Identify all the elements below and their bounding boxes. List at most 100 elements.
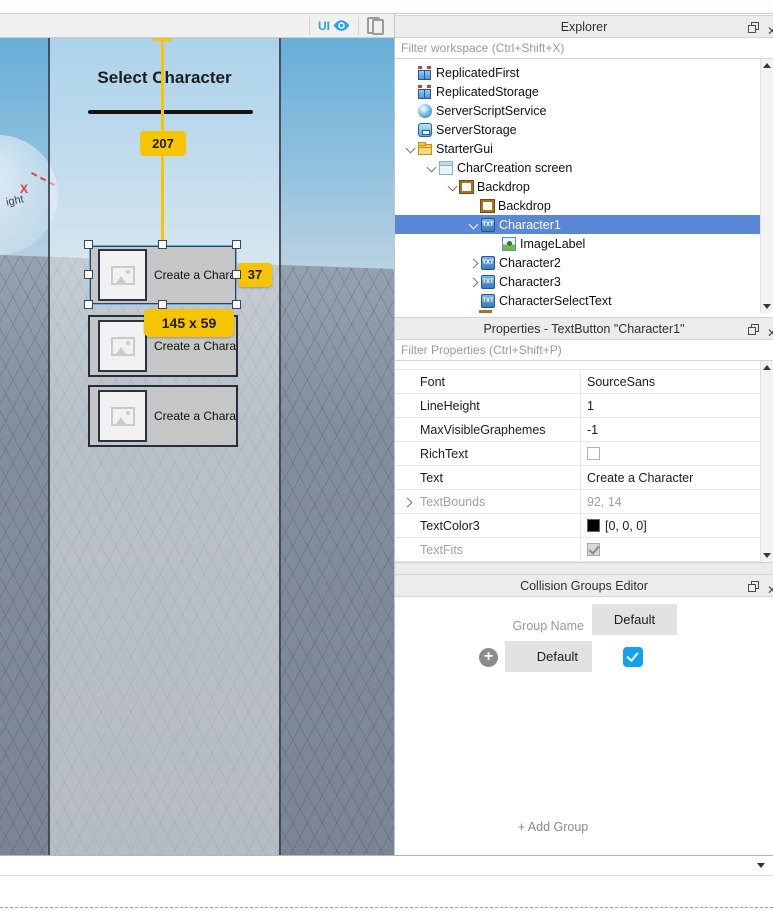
eye-icon xyxy=(333,20,350,31)
frame-icon xyxy=(481,200,494,212)
resize-handle[interactable] xyxy=(158,300,167,309)
property-row-textfits: TextFits xyxy=(395,538,760,562)
chevron-down-icon[interactable] xyxy=(467,218,481,232)
tree-item-character2[interactable]: Character2 xyxy=(395,253,760,272)
float-window-icon[interactable] xyxy=(748,581,759,592)
property-row-lineheight: LineHeight 1 xyxy=(395,394,760,418)
text-button-icon xyxy=(481,217,495,232)
resize-handle[interactable] xyxy=(232,270,241,279)
dock-panels: Explorer ✕ ReplicatedFirst ReplicatedStor… xyxy=(395,15,773,855)
tree-item-backdrop[interactable]: Backdrop xyxy=(395,196,760,215)
property-value[interactable] xyxy=(580,442,760,465)
chevron-right-icon[interactable] xyxy=(467,256,481,270)
image-label-icon xyxy=(502,236,516,251)
close-icon[interactable]: ✕ xyxy=(767,579,773,596)
properties-filter-input[interactable] xyxy=(395,340,773,360)
tree-item-label: StarterGui xyxy=(436,141,493,156)
resize-handle[interactable] xyxy=(84,270,93,279)
chevron-down-icon[interactable] xyxy=(404,142,418,156)
properties-footer-strip xyxy=(395,562,773,574)
tree-item-label: Backdrop xyxy=(498,198,551,213)
3d-viewport[interactable]: ight X Select Character 207 Create a Cha… xyxy=(0,38,394,855)
collision-editor-title: Collision Groups Editor xyxy=(520,579,648,593)
ui-visibility-button[interactable]: UI xyxy=(318,19,350,33)
collision-editor-header: Collision Groups Editor ✕ xyxy=(395,574,773,597)
tree-item-startergui[interactable]: StarterGui xyxy=(395,139,760,158)
tree-item-replicatedstorage[interactable]: ReplicatedStorage xyxy=(395,82,760,101)
close-icon[interactable]: ✕ xyxy=(767,322,773,339)
chevron-down-icon[interactable] xyxy=(446,180,460,194)
tree-item-character1[interactable]: Character1 xyxy=(395,215,760,234)
scroll-up-icon[interactable] xyxy=(763,63,771,68)
tree-item-backdrop[interactable]: Backdrop xyxy=(395,177,760,196)
replicated-first-icon xyxy=(418,65,432,80)
tree-item-label: CharCreation screen xyxy=(457,160,573,175)
character-button-label: Create a Character xyxy=(154,339,236,353)
scroll-down-icon[interactable] xyxy=(763,553,771,558)
bottom-panel xyxy=(0,855,773,911)
device-emulation-icon[interactable] xyxy=(367,17,384,35)
scroll-down-icon[interactable] xyxy=(763,304,771,309)
resize-handle[interactable] xyxy=(232,300,241,309)
add-collision-group-icon[interactable]: + xyxy=(479,648,498,667)
collapse-arrow-icon[interactable] xyxy=(757,863,765,868)
property-value[interactable]: 1 xyxy=(580,394,760,417)
chevron-right-icon[interactable] xyxy=(401,495,415,509)
collision-group-row[interactable]: Default xyxy=(505,641,592,672)
float-window-icon[interactable] xyxy=(748,22,759,33)
character-button-3[interactable]: Create a Character xyxy=(88,385,238,447)
image-placeholder xyxy=(98,390,147,442)
property-name: TextColor3 xyxy=(420,518,480,533)
add-group-button[interactable]: + Add Group xyxy=(395,820,711,834)
explorer-header: Explorer ✕ xyxy=(395,15,773,38)
property-value[interactable]: [0, 0, 0] xyxy=(580,514,760,537)
character-button-1[interactable]: Create a Character xyxy=(89,245,237,305)
tree-item-label: ServerStorage xyxy=(436,122,517,137)
tree-item-character3[interactable]: Character3 xyxy=(395,272,760,291)
scroll-up-icon[interactable] xyxy=(763,365,771,370)
folder-icon xyxy=(418,142,432,155)
tree-item-label: Character3 xyxy=(499,274,561,289)
properties-grid: Font SourceSans LineHeight 1 MaxVisibleGraph… xyxy=(395,370,773,562)
property-value[interactable]: Create a Character xyxy=(580,466,760,489)
explorer-scrollbar[interactable] xyxy=(760,59,773,313)
property-row-maxvisiblegraphemes: MaxVisibleGraphemes -1 xyxy=(395,418,760,442)
tree-item-charcreation-screen[interactable]: CharCreation screen xyxy=(395,158,760,177)
distance-badge: 207 xyxy=(140,131,186,156)
tree-item-serverstorage[interactable]: ServerStorage xyxy=(395,120,760,139)
resize-handle[interactable] xyxy=(232,240,241,249)
tree-item-serverscriptservice[interactable]: ServerScriptService xyxy=(395,101,760,120)
toolbar-separator xyxy=(358,16,359,35)
tree-item-imagelabel[interactable]: ImageLabel xyxy=(395,234,760,253)
resize-handle[interactable] xyxy=(158,240,167,249)
property-row-textbounds: TextBounds 92, 14 xyxy=(395,490,760,514)
select-character-title: Select Character xyxy=(97,68,232,87)
tree-item-replicatedfirst[interactable]: ReplicatedFirst xyxy=(395,63,760,82)
collision-column-header[interactable]: Default xyxy=(592,604,677,635)
image-placeholder xyxy=(98,249,147,301)
resize-handle[interactable] xyxy=(84,240,93,249)
explorer-filter-input[interactable] xyxy=(395,38,773,58)
collision-checkbox-checked[interactable] xyxy=(623,647,643,667)
properties-scrollbar[interactable] xyxy=(760,361,773,562)
resize-handle[interactable] xyxy=(84,300,93,309)
chevron-right-icon[interactable] xyxy=(467,275,481,289)
float-window-icon[interactable] xyxy=(748,324,759,335)
measurement-line-anchor xyxy=(153,38,172,41)
property-name: TextBounds xyxy=(395,490,580,513)
checkbox-unchecked-icon[interactable] xyxy=(587,447,600,460)
tree-item-characterselecttext[interactable]: CharacterSelectText xyxy=(395,291,760,310)
chevron-down-icon[interactable] xyxy=(425,161,439,175)
partial-row-sliver xyxy=(479,310,492,313)
property-row-font: Font SourceSans xyxy=(395,370,760,394)
property-value[interactable]: SourceSans xyxy=(580,370,760,393)
text-button-icon xyxy=(481,255,495,270)
close-icon[interactable]: ✕ xyxy=(767,20,773,37)
property-value[interactable]: -1 xyxy=(580,418,760,441)
